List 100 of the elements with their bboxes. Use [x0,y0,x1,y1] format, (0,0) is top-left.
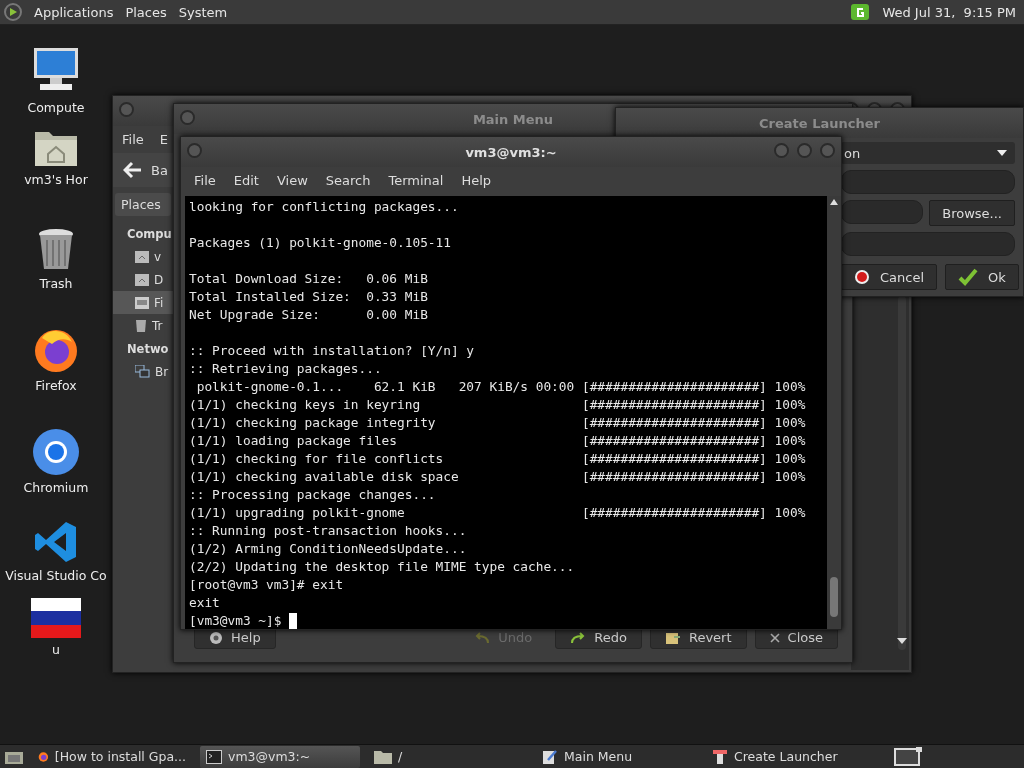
cancel-button[interactable]: Cancel [841,264,938,290]
menu-item[interactable]: File [122,132,144,147]
undo-icon [474,631,491,644]
folder-icon [374,749,392,764]
network-icon [135,365,150,378]
sidebar-item[interactable]: D [113,268,173,291]
terminal-icon [206,749,222,764]
ok-button[interactable]: Ok [945,264,1019,290]
taskbar-item[interactable]: Create Launcher [706,745,886,768]
update-icon[interactable] [850,3,871,21]
terminal-line: :: Processing package changes... [189,486,436,504]
terminal-line: (2/2) Updating the desktop file MIME type cache... [189,558,575,576]
desktop-icon-label[interactable]: Compute [27,100,85,115]
window-title: Create Launcher [759,115,880,131]
menu-item[interactable]: Help [461,173,492,191]
window-control[interactable] [820,143,835,158]
terminal-line: looking for conflicting packages... [189,198,459,216]
folder-icon [135,250,149,263]
close-icon [769,632,780,643]
terminal-line: (1/1) checking available disk space [189,468,460,486]
ring-icon [32,428,80,476]
dropdown-arrow-icon [997,150,1007,156]
menu-item[interactable]: File [194,173,216,191]
stop-icon [854,269,870,285]
terminal-line: :: Running post-transaction hooks... [189,522,467,540]
sidebar-heading[interactable]: Netwo [113,337,173,360]
window-control[interactable] [797,143,812,158]
trash-icon [135,319,147,332]
scrollbar[interactable] [827,196,841,629]
down-arrow-icon[interactable] [897,638,907,644]
panel-menu[interactable]: Places [125,4,167,20]
up-arrow-icon[interactable] [830,199,838,205]
checkmark-icon [958,268,979,286]
browse-button[interactable]: Browse... [929,200,1015,226]
launcher-icon [712,748,728,765]
scrollbar[interactable] [898,296,906,650]
sidebar-heading[interactable]: Compu [113,222,173,245]
terminal-line: [root@vm3 vm3]# exit [189,576,344,594]
terminal-line: (1/1) loading package files [189,432,399,450]
window-control[interactable] [187,143,202,158]
window-title: Main Menu [472,111,554,127]
drive-icon [135,296,149,309]
comment-field[interactable] [841,232,1015,256]
terminal-line: :: Proceed with installation? [Y/n] y [189,342,475,360]
scrollbar-thumb[interactable] [830,577,838,617]
back-arrow-icon [123,161,143,179]
taskbar-item[interactable]: Main Menu [536,745,698,768]
notepad-icon [542,748,558,765]
sidebar-item[interactable]: Tr [113,314,173,337]
terminal-line: :: Retrieving packages... [189,360,382,378]
progress-text: [######################] 100% [581,450,806,468]
taskbar-item[interactable]: vm3@vm3:~ [200,745,360,768]
folder-icon [135,273,149,286]
revert-icon [665,630,681,645]
desktop-icon-label[interactable]: Chromium [23,480,89,495]
progress-text: [######################] 100% [581,504,806,522]
flag-icon [31,598,81,638]
back-button[interactable]: Ba [151,162,168,178]
sidebar-item[interactable]: v [113,245,173,268]
terminal-line: Net Upgrade Size: 0.00 MiB [189,306,428,324]
terminal-line: exit [189,594,220,612]
window-control[interactable] [180,110,195,125]
desktop-icon-label[interactable]: vm3's Hor [24,172,88,187]
ribbon-icon [34,520,78,564]
progress-text: [######################] 100% [581,468,806,486]
progress-text: [######################] 100% [581,414,806,432]
logo-icon[interactable] [4,3,22,21]
terminal-line: (1/1) checking keys in keyring [189,396,422,414]
clock[interactable]: Wed Jul 31, 9:15 PM [882,4,1016,20]
menu-item[interactable]: Terminal [388,173,444,191]
terminal-line: (1/1) upgrading polkit-gnome [189,504,406,522]
panel-menu[interactable]: Applications [34,4,114,20]
name-field[interactable] [841,170,1015,194]
menu-item[interactable]: E [159,132,168,147]
terminal-line: Total Installed Size: 0.33 MiB [189,288,428,306]
sidebar-item[interactable]: Fi [113,291,173,314]
sidebar-header[interactable]: Places [115,193,171,216]
window-control[interactable] [119,102,134,117]
window-title: vm3@vm3:~ [465,144,557,160]
sidebar-item[interactable]: Br [113,360,173,383]
command-field[interactable] [841,200,924,224]
terminal-line: Packages (1) polkit-gnome-0.105-11 [189,234,451,252]
progress-text: [######################] 100% [581,378,806,396]
trash-icon [37,228,75,272]
terminal-line: polkit-gnome-0.1... 62.1 KiB 207 KiB/s 00:00 [195,378,576,396]
menu-item[interactable]: Search [325,173,371,191]
terminal-line: (1/1) checking package integrity [189,414,437,432]
desktop-icon-label[interactable]: Firefox [35,378,77,393]
desktop-icon-label[interactable]: Trash [39,276,73,291]
menu-item[interactable]: Edit [233,173,259,191]
taskbar-item[interactable]: [How to install Gpa... [32,745,192,768]
desktop-icon-label[interactable]: Visual Studio Co [5,568,107,583]
desktop-icon-label[interactable]: u [52,642,60,657]
window-control[interactable] [774,143,789,158]
progress-text: [######################] 100% [581,432,806,450]
workspace-switcher-icon[interactable] [894,746,924,767]
type-dropdown[interactable]: on [841,142,1015,164]
taskbar-item[interactable]: / [368,745,528,768]
panel-menu[interactable]: System [178,4,228,20]
menu-item[interactable]: View [276,173,308,191]
